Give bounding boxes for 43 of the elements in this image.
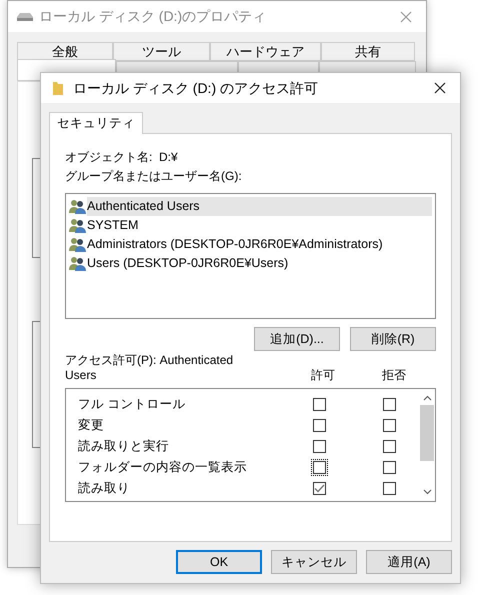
- users-icon: [69, 237, 86, 252]
- checkbox[interactable]: [383, 461, 396, 474]
- scroll-thumb[interactable]: [420, 405, 434, 461]
- list-action-button[interactable]: 追加(D)...: [254, 327, 340, 351]
- permission-name: 読み取り: [77, 480, 131, 498]
- users-icon: [69, 218, 86, 233]
- permission-name: フォルダーの内容の一覧表示: [77, 459, 248, 476]
- checkbox[interactable]: [383, 419, 396, 432]
- object-label: オブジェクト名:: [65, 149, 154, 166]
- list-item[interactable]: SYSTEM: [87, 216, 138, 235]
- object-value: D:¥: [159, 149, 178, 166]
- folder-icon: [53, 81, 63, 95]
- checkbox[interactable]: [383, 398, 396, 411]
- window-title: ローカル ディスク (D:)のプロパティ: [39, 7, 268, 26]
- drive-icon: [17, 12, 33, 22]
- dialog-button[interactable]: キャンセル: [271, 550, 357, 574]
- checkbox[interactable]: [383, 482, 396, 495]
- column-header: 許可: [310, 368, 336, 383]
- tab[interactable]: セキュリティ: [49, 112, 143, 134]
- list-action-button[interactable]: 削除(R): [350, 327, 436, 351]
- permission-name: 読み取りと実行: [77, 438, 170, 456]
- tab[interactable]: 共有: [321, 42, 415, 61]
- dialog-button[interactable]: 適用(A): [366, 550, 452, 574]
- group-label: グループ名またはユーザー名(G):: [65, 168, 243, 185]
- permission-name: 変更: [77, 417, 105, 434]
- dialog-button[interactable]: OK: [176, 550, 262, 574]
- users-icon: [69, 199, 86, 214]
- window-title: ローカル ディスク (D:) のアクセス許可: [73, 78, 319, 98]
- checkbox[interactable]: [313, 398, 326, 411]
- checkbox[interactable]: [313, 419, 326, 432]
- permission-name: フル コントロール: [77, 396, 186, 414]
- checkbox[interactable]: [313, 440, 326, 453]
- list-item[interactable]: Users (DESKTOP-0JR6R0E¥Users): [87, 254, 288, 273]
- checkbox[interactable]: [383, 440, 396, 453]
- tab[interactable]: ハードウェア: [210, 42, 321, 61]
- close-icon[interactable]: [434, 82, 446, 94]
- tab[interactable]: ツール: [113, 42, 210, 61]
- list-item[interactable]: Authenticated Users: [87, 197, 432, 216]
- checkbox[interactable]: [313, 482, 326, 495]
- list-item[interactable]: Administrators (DESKTOP-0JR6R0E¥Administrators): [87, 235, 383, 254]
- permissions-label: アクセス許可(P): Authenticated Users: [65, 353, 234, 383]
- users-icon: [69, 256, 86, 271]
- column-header: 拒否: [381, 368, 407, 383]
